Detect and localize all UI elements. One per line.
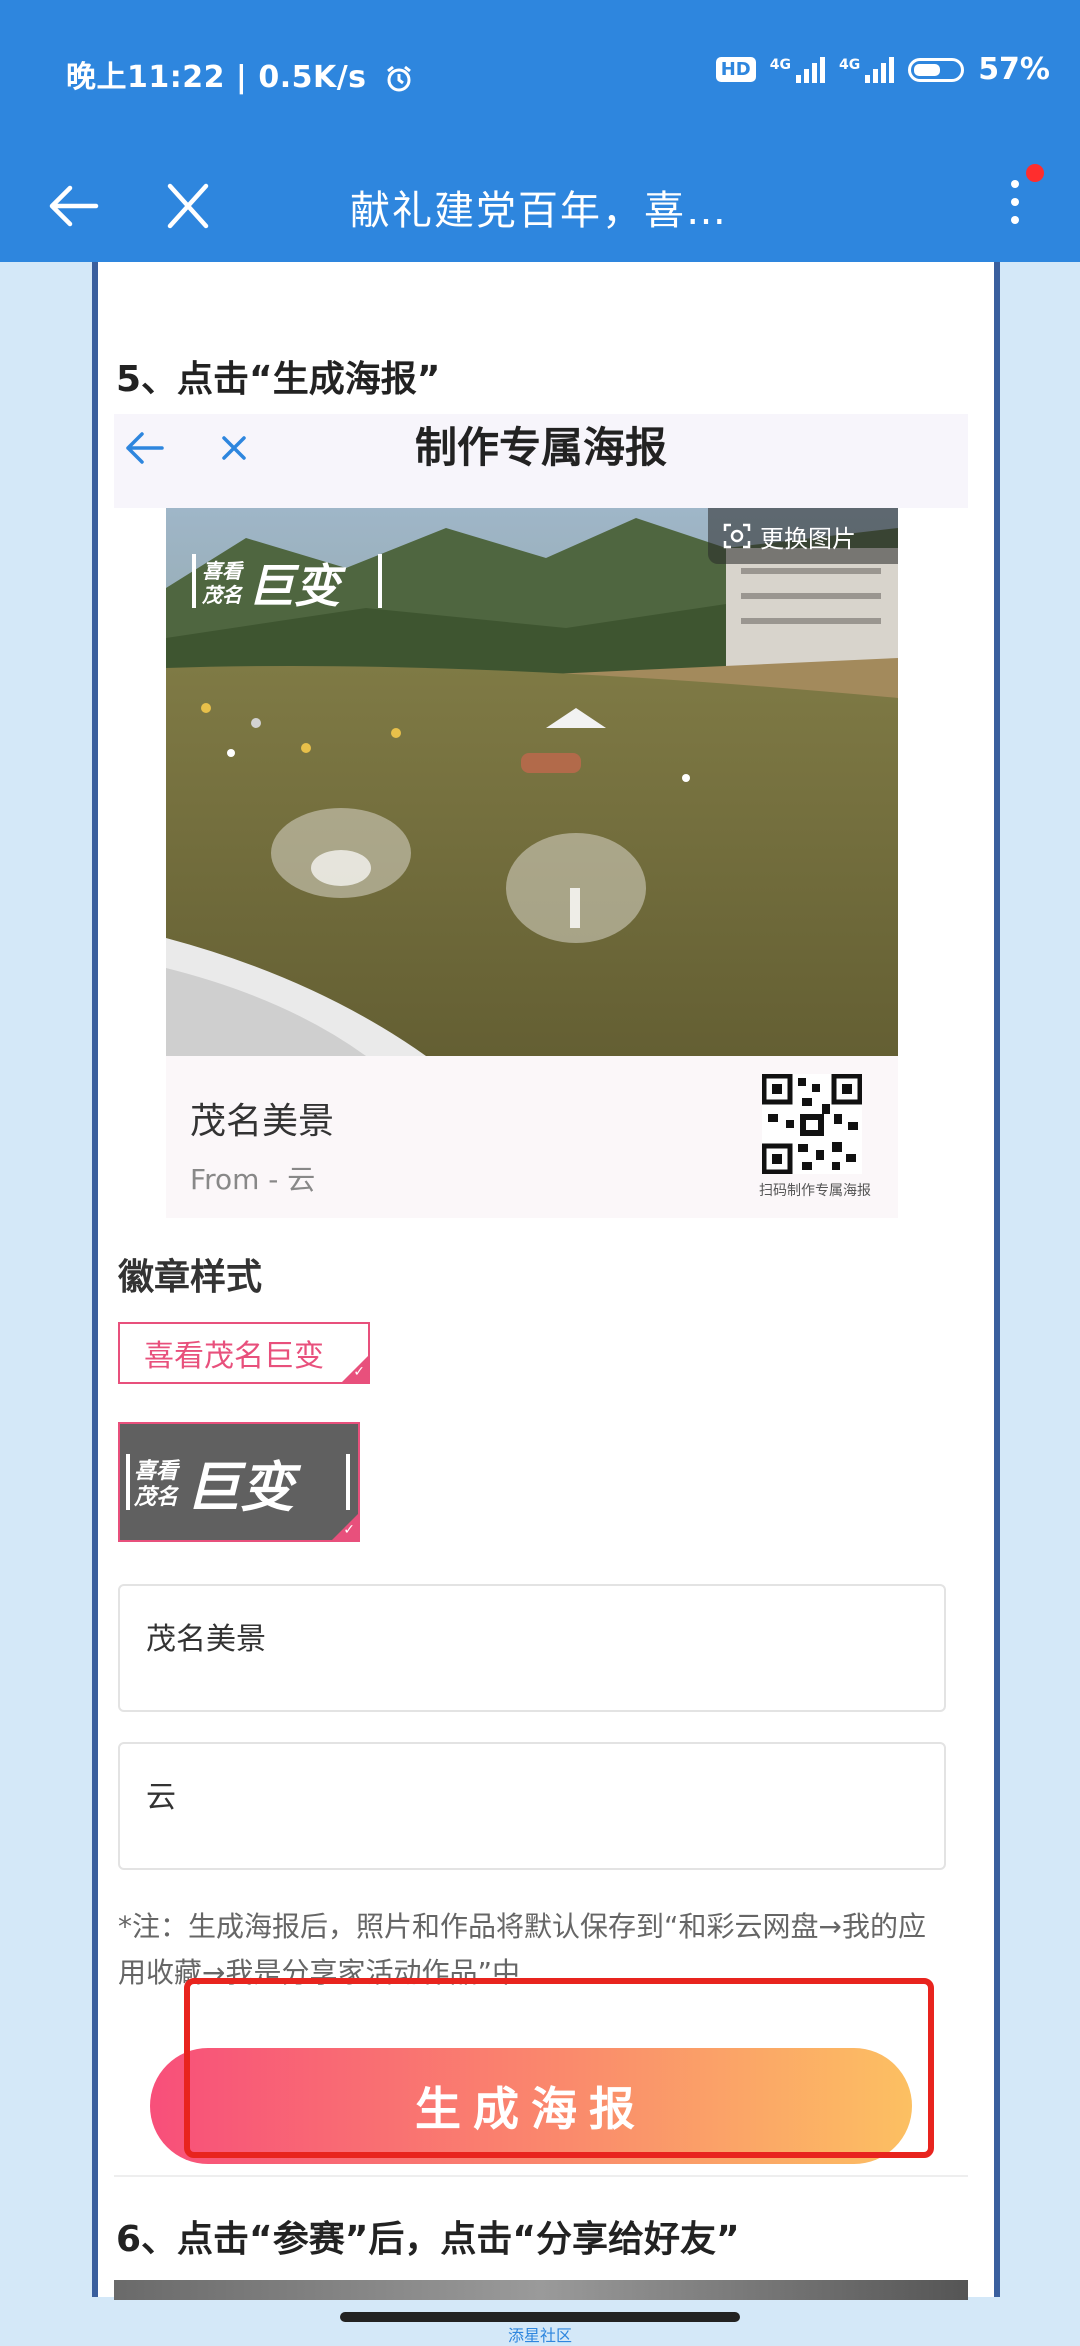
status-indicators: HD 4G 4G 57%: [715, 52, 1050, 87]
next-step-image: [114, 2280, 968, 2300]
badge-logo: 喜看 茂名 巨变: [126, 1454, 350, 1519]
change-image-label: 更换图片: [760, 524, 856, 553]
poster-editor-header: 制作专属海报: [114, 414, 968, 508]
change-image-button: 更换图片: [708, 508, 898, 564]
poster-title: 茂名美景: [190, 1101, 335, 1142]
highlight-box: [184, 1978, 934, 2158]
page-title: 献礼建党百年，喜…: [350, 188, 728, 234]
check-icon: ✓: [353, 1364, 365, 1380]
badge-line2: 茂名: [133, 1485, 180, 1510]
close-button[interactable]: [158, 178, 218, 234]
step-5-heading: 5、点击“生成海报”: [116, 359, 441, 400]
badge-line1: 喜看: [202, 559, 244, 583]
battery-icon: [908, 57, 965, 82]
home-indicator[interactable]: [340, 2312, 740, 2322]
poster-title-input: 茂名美景: [118, 1584, 946, 1712]
editor-title: 制作专属海报: [414, 423, 667, 472]
badge-logo: 喜看 茂名 巨变: [192, 554, 382, 613]
notification-dot: [1026, 164, 1044, 182]
watermark: 添星社区: [507, 2326, 572, 2345]
signal-label: 4G: [838, 56, 861, 73]
author-input: 云: [118, 1742, 946, 1870]
signal-label: 4G: [769, 56, 791, 73]
more-dot: [1011, 198, 1019, 206]
badge-big-text: 巨变: [186, 1456, 302, 1519]
arrow-left-icon: [49, 185, 99, 227]
badge-option-logo: 喜看 茂名 巨变 ✓: [118, 1422, 360, 1542]
badge-option-text: 喜看茂名巨变 ✓: [118, 1322, 370, 1384]
more-dot: [1011, 180, 1019, 188]
badge-line1: 喜看: [134, 1459, 181, 1484]
qr-code-icon: [761, 1073, 863, 1175]
back-button[interactable]: [44, 178, 104, 234]
poster-badge: 喜看 茂名 巨变: [192, 550, 382, 613]
alarm-icon: [386, 65, 411, 91]
swap-image-icon: [723, 523, 751, 549]
poster-author: From - 云: [190, 1163, 316, 1196]
status-bar: 晚上11:22 | 0.5K/s HD 4G 4G 57%: [0, 0, 1080, 150]
poster-photo: 喜看 茂名 巨变 更换图片: [166, 508, 898, 1056]
close-icon: [167, 183, 209, 229]
check-icon: ✓: [343, 1522, 355, 1538]
badge-option-label: 喜看茂名巨变: [144, 1339, 324, 1374]
signal-icon: 4G: [838, 56, 895, 83]
more-dot: [1011, 216, 1019, 224]
hd-badge: HD: [715, 57, 756, 82]
qr-caption: 扫码制作专属海报: [759, 1183, 871, 1199]
battery-percent: 57%: [978, 52, 1050, 87]
divider: [114, 2175, 968, 2177]
step-6-heading: 6、点击“参赛”后，点击“分享给好友”: [116, 2219, 740, 2260]
status-time: 晚上11:22 | 0.5K/s: [66, 52, 414, 96]
title-bar: 献礼建党百年，喜…: [0, 150, 1080, 262]
signal-icon: 4G: [769, 56, 825, 83]
badge-big-text: 巨变: [248, 559, 347, 612]
time-speed-text: 晚上11:22 | 0.5K/s: [66, 60, 367, 95]
badge-line2: 茂名: [201, 583, 243, 607]
more-menu-button[interactable]: [1000, 170, 1030, 242]
badge-style-label: 徽章样式: [118, 1257, 263, 1298]
